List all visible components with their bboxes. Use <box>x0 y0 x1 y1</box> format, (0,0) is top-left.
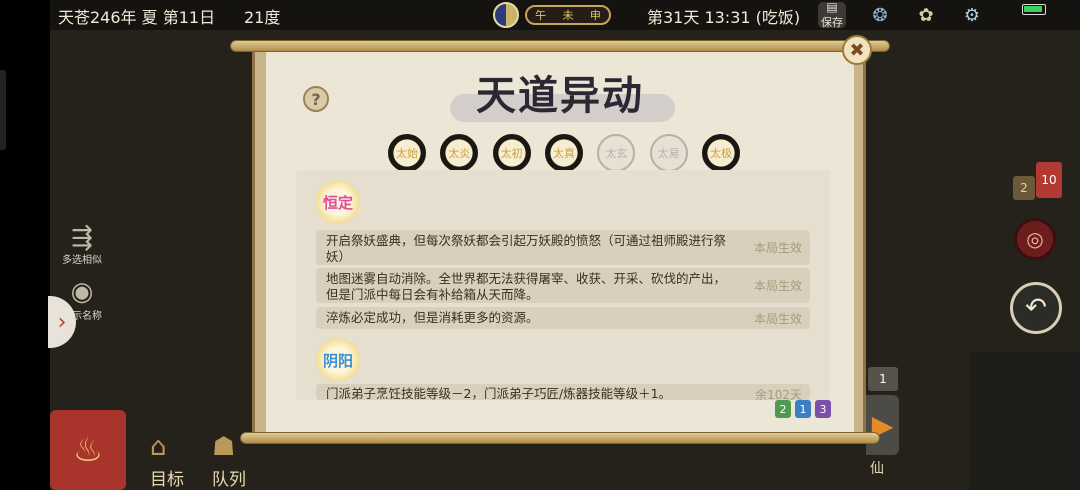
effect-row: 开启祭妖盛典，但每次祭妖都会引起万妖殿的愤怒（可通过祖师殿进行祭妖） 本局生效 <box>316 230 810 265</box>
tier-2[interactable]: 太初 <box>492 134 531 172</box>
tier-6[interactable]: 太极 <box>701 134 740 172</box>
chevron-right-icon: › <box>57 309 67 335</box>
effect-text: 开启祭妖盛典，但每次祭妖都会引起万妖殿的愤怒（可通过祖师殿进行祭妖） <box>326 233 727 264</box>
close-button[interactable]: ✖ <box>842 35 872 65</box>
minimap-area[interactable] <box>970 352 1080 490</box>
day-time: 第31天 13:31 (吃饭) <box>647 8 801 27</box>
page-badge-purple[interactable]: 3 <box>815 400 831 418</box>
shichen-3: 申 <box>589 9 601 22</box>
effect-text: 淬炼必定成功，但是消耗更多的资源。 <box>326 310 539 325</box>
notice-badge-red[interactable]: 10 <box>1036 162 1062 198</box>
tier-1[interactable]: 太炎 <box>440 134 479 172</box>
tier-3[interactable]: 太真 <box>544 134 583 172</box>
effect-status: 本局生效 <box>753 312 802 326</box>
palette-icon[interactable]: ✿ <box>912 2 940 28</box>
temperature: 21度 <box>244 8 281 27</box>
gear-icon[interactable]: ⚙ <box>958 2 986 28</box>
gourd-icon[interactable]: ♨ <box>50 410 126 490</box>
effect-row: 地图迷雾自动消除。全世界都无法获得屠宰、收获、开采、砍伐的产出，但是门派中每日会… <box>316 268 810 303</box>
notice-badge-small[interactable]: 2 <box>1013 176 1035 200</box>
target-icon[interactable]: ⌂ <box>150 432 167 462</box>
page-badge-blue[interactable]: 1 <box>795 400 811 418</box>
xian-label[interactable]: 仙 <box>870 458 884 478</box>
save-icon: ▤ <box>826 0 838 14</box>
help-button[interactable]: ? <box>303 86 329 112</box>
dialog-title: 天道异动 <box>476 72 644 119</box>
tier-selector: 太始 太炎 太初 太真 太玄 太易 太极 <box>388 134 740 174</box>
play-icon[interactable]: ▶ <box>866 395 899 455</box>
effect-text: 地图迷雾自动消除。全世界都无法获得屠宰、收获、开采、砍伐的产出，但是门派中每日会… <box>326 271 727 302</box>
scroll-rod-bottom <box>240 432 880 444</box>
shichen-1: 午 <box>535 9 547 22</box>
time-period-indicator: 午 未 申 <box>525 5 611 25</box>
team-icon[interactable]: ☗ <box>212 432 235 462</box>
effect-text: 门派弟子烹饪技能等级－2，门派弟子巧匠/炼器技能等级＋1。 <box>326 386 672 400</box>
save-label: 保存 <box>821 16 843 29</box>
section-tag-constant: 恒定 <box>316 180 360 224</box>
compass-icon[interactable]: ❂ <box>866 2 894 28</box>
battery-icon <box>1022 4 1046 15</box>
team-label[interactable]: 队列 <box>212 465 246 490</box>
side-handle <box>0 70 6 150</box>
effect-status: 余102天 <box>755 388 802 400</box>
undo-icon[interactable]: ↶ <box>1010 282 1062 334</box>
screen-edge <box>0 0 50 490</box>
yinyang-icon[interactable] <box>493 2 519 28</box>
tier-5[interactable]: 太易 <box>649 134 688 172</box>
game-date: 天苍246年 夏 第11日 <box>58 8 216 27</box>
goal-label[interactable]: 目标 <box>150 465 184 490</box>
effect-row: 门派弟子烹饪技能等级－2，门派弟子巧匠/炼器技能等级＋1。 余102天 <box>316 384 810 400</box>
effect-status: 本局生效 <box>753 241 802 255</box>
section-tag-yinyang: 阴阳 <box>316 338 360 382</box>
multi-select-label[interactable]: 多选相似 <box>52 251 112 266</box>
swirl-icon[interactable]: ◎ <box>1014 218 1056 260</box>
effect-status: 本局生效 <box>753 279 802 293</box>
tier-0[interactable]: 太始 <box>388 134 426 172</box>
save-button[interactable]: ▤ 保存 <box>818 0 846 29</box>
speed-badge[interactable]: 1 <box>868 367 898 391</box>
effect-row: 淬炼必定成功，但是消耗更多的资源。 本局生效 <box>316 307 810 329</box>
page-badge-green[interactable]: 2 <box>775 400 791 418</box>
tier-4[interactable]: 太玄 <box>597 134 636 172</box>
shichen-2: 未 <box>562 9 574 22</box>
cursor-multi-icon[interactable]: ⇶ <box>62 222 102 254</box>
scroll-rod-top <box>230 40 890 52</box>
